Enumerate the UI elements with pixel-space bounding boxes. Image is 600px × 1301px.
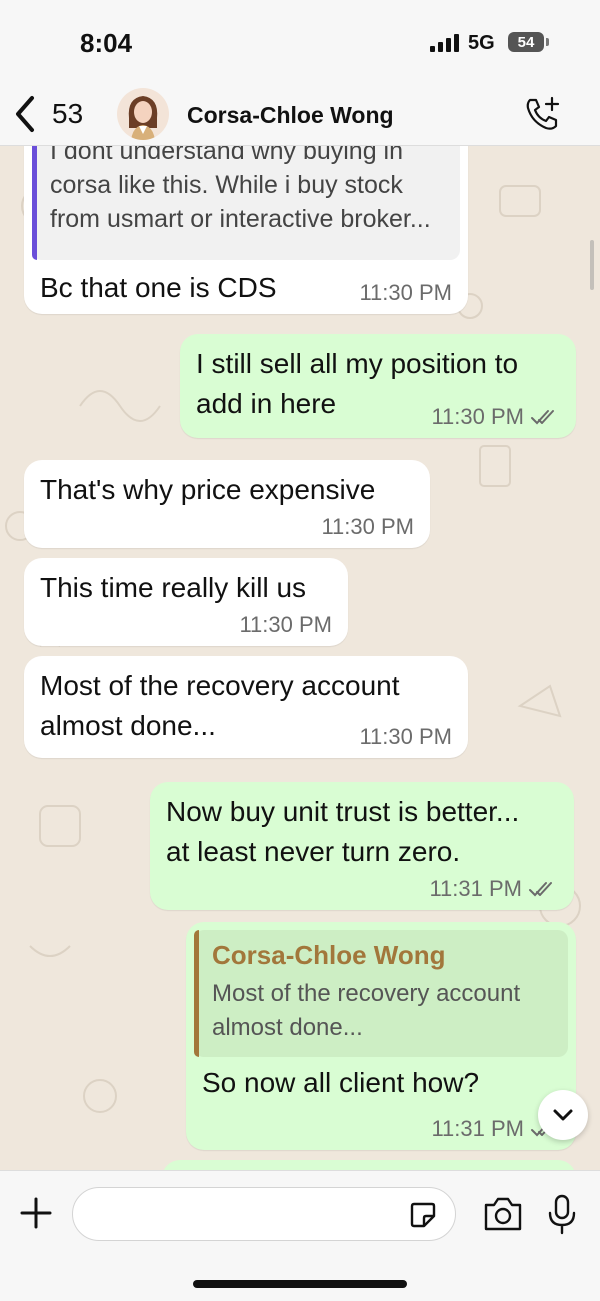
chat-header: 53 Corsa-Chloe Wong [0,88,600,146]
message-meta: 11:30 PM [359,724,452,750]
add-call-icon[interactable] [522,94,562,134]
message-bubble-incoming[interactable]: I dont understand why buying in corsa li… [24,146,468,314]
status-bar: 8:04 5G 54 [0,0,600,90]
double-check-icon [529,882,552,897]
message-bubble-incoming[interactable]: Most of the recovery account almost done… [24,656,468,758]
chat-area[interactable]: I dont understand why buying in corsa li… [0,146,600,1170]
message-time: 11:30 PM [359,280,452,305]
chevron-down-icon [553,1109,573,1121]
quoted-line: Most of the recovery account [212,980,521,1007]
message-meta: 11:31 PM [429,876,558,902]
message-line: Most of the recovery account [40,670,400,701]
message-line: I still sell all my position to [196,348,519,379]
quoted-line: I dont understand why buying in [50,146,404,165]
message-time: 11:31 PM [431,1116,524,1141]
quoted-author: Corsa-Chloe Wong [212,940,446,970]
message-meta: 11:30 PM [239,612,332,638]
message-time: 11:30 PM [359,724,452,749]
signal-icon [430,34,459,52]
battery-icon: 54 [508,32,549,52]
message-bubble-outgoing[interactable]: I still sell all my position to add in h… [180,334,576,438]
message-time: 11:30 PM [431,404,524,429]
plus-icon[interactable] [16,1193,56,1233]
contact-name[interactable]: Corsa-Chloe Wong [187,102,394,129]
message-meta: 11:30 PM [321,514,414,540]
message-line: Now buy unit trust is better... [166,796,520,827]
message-meta: 11:30 PM [431,404,560,430]
network-type: 5G [468,32,495,54]
message-bubble-incoming[interactable]: That's why price expensive 11:30 PM [24,460,430,548]
message-text: This time really kill us [40,572,307,603]
quoted-message[interactable]: Corsa-Chloe Wong Most of the recovery ac… [194,930,568,1057]
message-input[interactable] [72,1187,456,1241]
avatar[interactable] [117,88,169,140]
camera-icon[interactable] [482,1195,524,1233]
message-text: That's why price expensive [40,474,376,505]
message-time: 11:30 PM [321,514,414,539]
message-line: at least never turn zero. [166,836,461,867]
quoted-line: corsa like this. While i buy stock [50,171,403,199]
message-time: 11:30 PM [239,612,332,637]
scroll-to-bottom-button[interactable] [538,1090,588,1140]
double-check-icon [531,410,554,425]
message-bubble-outgoing[interactable] [162,1160,576,1170]
sticker-icon[interactable] [408,1200,438,1230]
quoted-text: Most of the recovery account almost done… [212,977,554,1045]
message-bubble-incoming[interactable]: This time really kill us 11:30 PM [24,558,348,646]
home-indicator [193,1280,407,1288]
message-bubble-outgoing[interactable]: Corsa-Chloe Wong Most of the recovery ac… [186,922,576,1150]
back-button[interactable]: 53 [12,94,83,134]
message-bubble-outgoing[interactable]: Now buy unit trust is better... at least… [150,782,574,910]
message-text: So now all client how? [202,1067,480,1098]
status-time: 8:04 [80,28,133,58]
message-meta: 11:30 PM [359,280,452,306]
quoted-line: almost done... [212,1014,363,1041]
quoted-line: from usmart or interactive broker... [50,205,431,233]
scrollbar[interactable] [590,240,594,290]
quoted-message[interactable]: I dont understand why buying in corsa li… [32,146,460,260]
unread-count: 53 [52,98,84,129]
message-time: 11:31 PM [429,876,522,901]
back-chevron-icon [16,96,34,132]
mic-icon[interactable] [546,1193,578,1235]
quoted-text: I dont understand why buying in corsa li… [50,146,446,236]
